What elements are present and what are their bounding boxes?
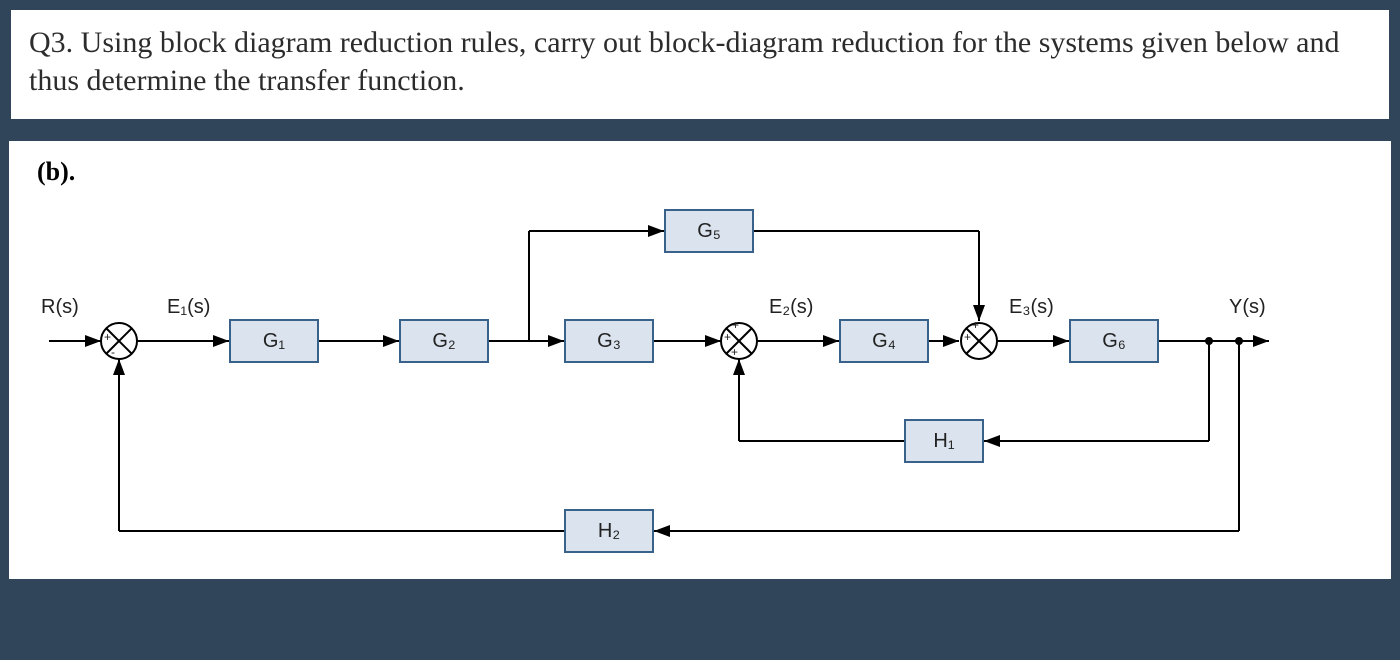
- s2-sign-bottom: +: [731, 345, 738, 359]
- block-h2: H₂: [564, 509, 654, 553]
- block-g5: G₅: [664, 209, 754, 253]
- signal-input: R(s): [41, 296, 79, 319]
- s1-sign-left: +: [104, 330, 111, 344]
- s2-sign-top: +: [732, 318, 739, 332]
- signal-e3: E₃(s): [1009, 296, 1054, 319]
- block-g3: G₃: [564, 319, 654, 363]
- block-diagram: (b).: [9, 141, 1391, 579]
- s3-sign-left: +: [964, 330, 971, 344]
- s1-sign-bottom: -: [111, 345, 115, 359]
- signal-e1: E₁(s): [167, 296, 210, 319]
- block-g1: G₁: [229, 319, 319, 363]
- diagram-wiring: [9, 141, 1391, 579]
- block-g6: G₆: [1069, 319, 1159, 363]
- signal-output: Y(s): [1229, 296, 1266, 319]
- question-number: Q3.: [29, 26, 73, 59]
- signal-e2: E₂(s): [769, 296, 813, 319]
- block-g4: G₄: [839, 319, 929, 363]
- s3-sign-top: +: [972, 318, 979, 332]
- block-g2: G₂: [399, 319, 489, 363]
- block-h1: H₁: [904, 419, 984, 463]
- question-body: Using block diagram reduction rules, car…: [29, 26, 1340, 97]
- s2-sign-left: +: [724, 330, 731, 344]
- question-text: Q3. Using block diagram reduction rules,…: [9, 8, 1391, 121]
